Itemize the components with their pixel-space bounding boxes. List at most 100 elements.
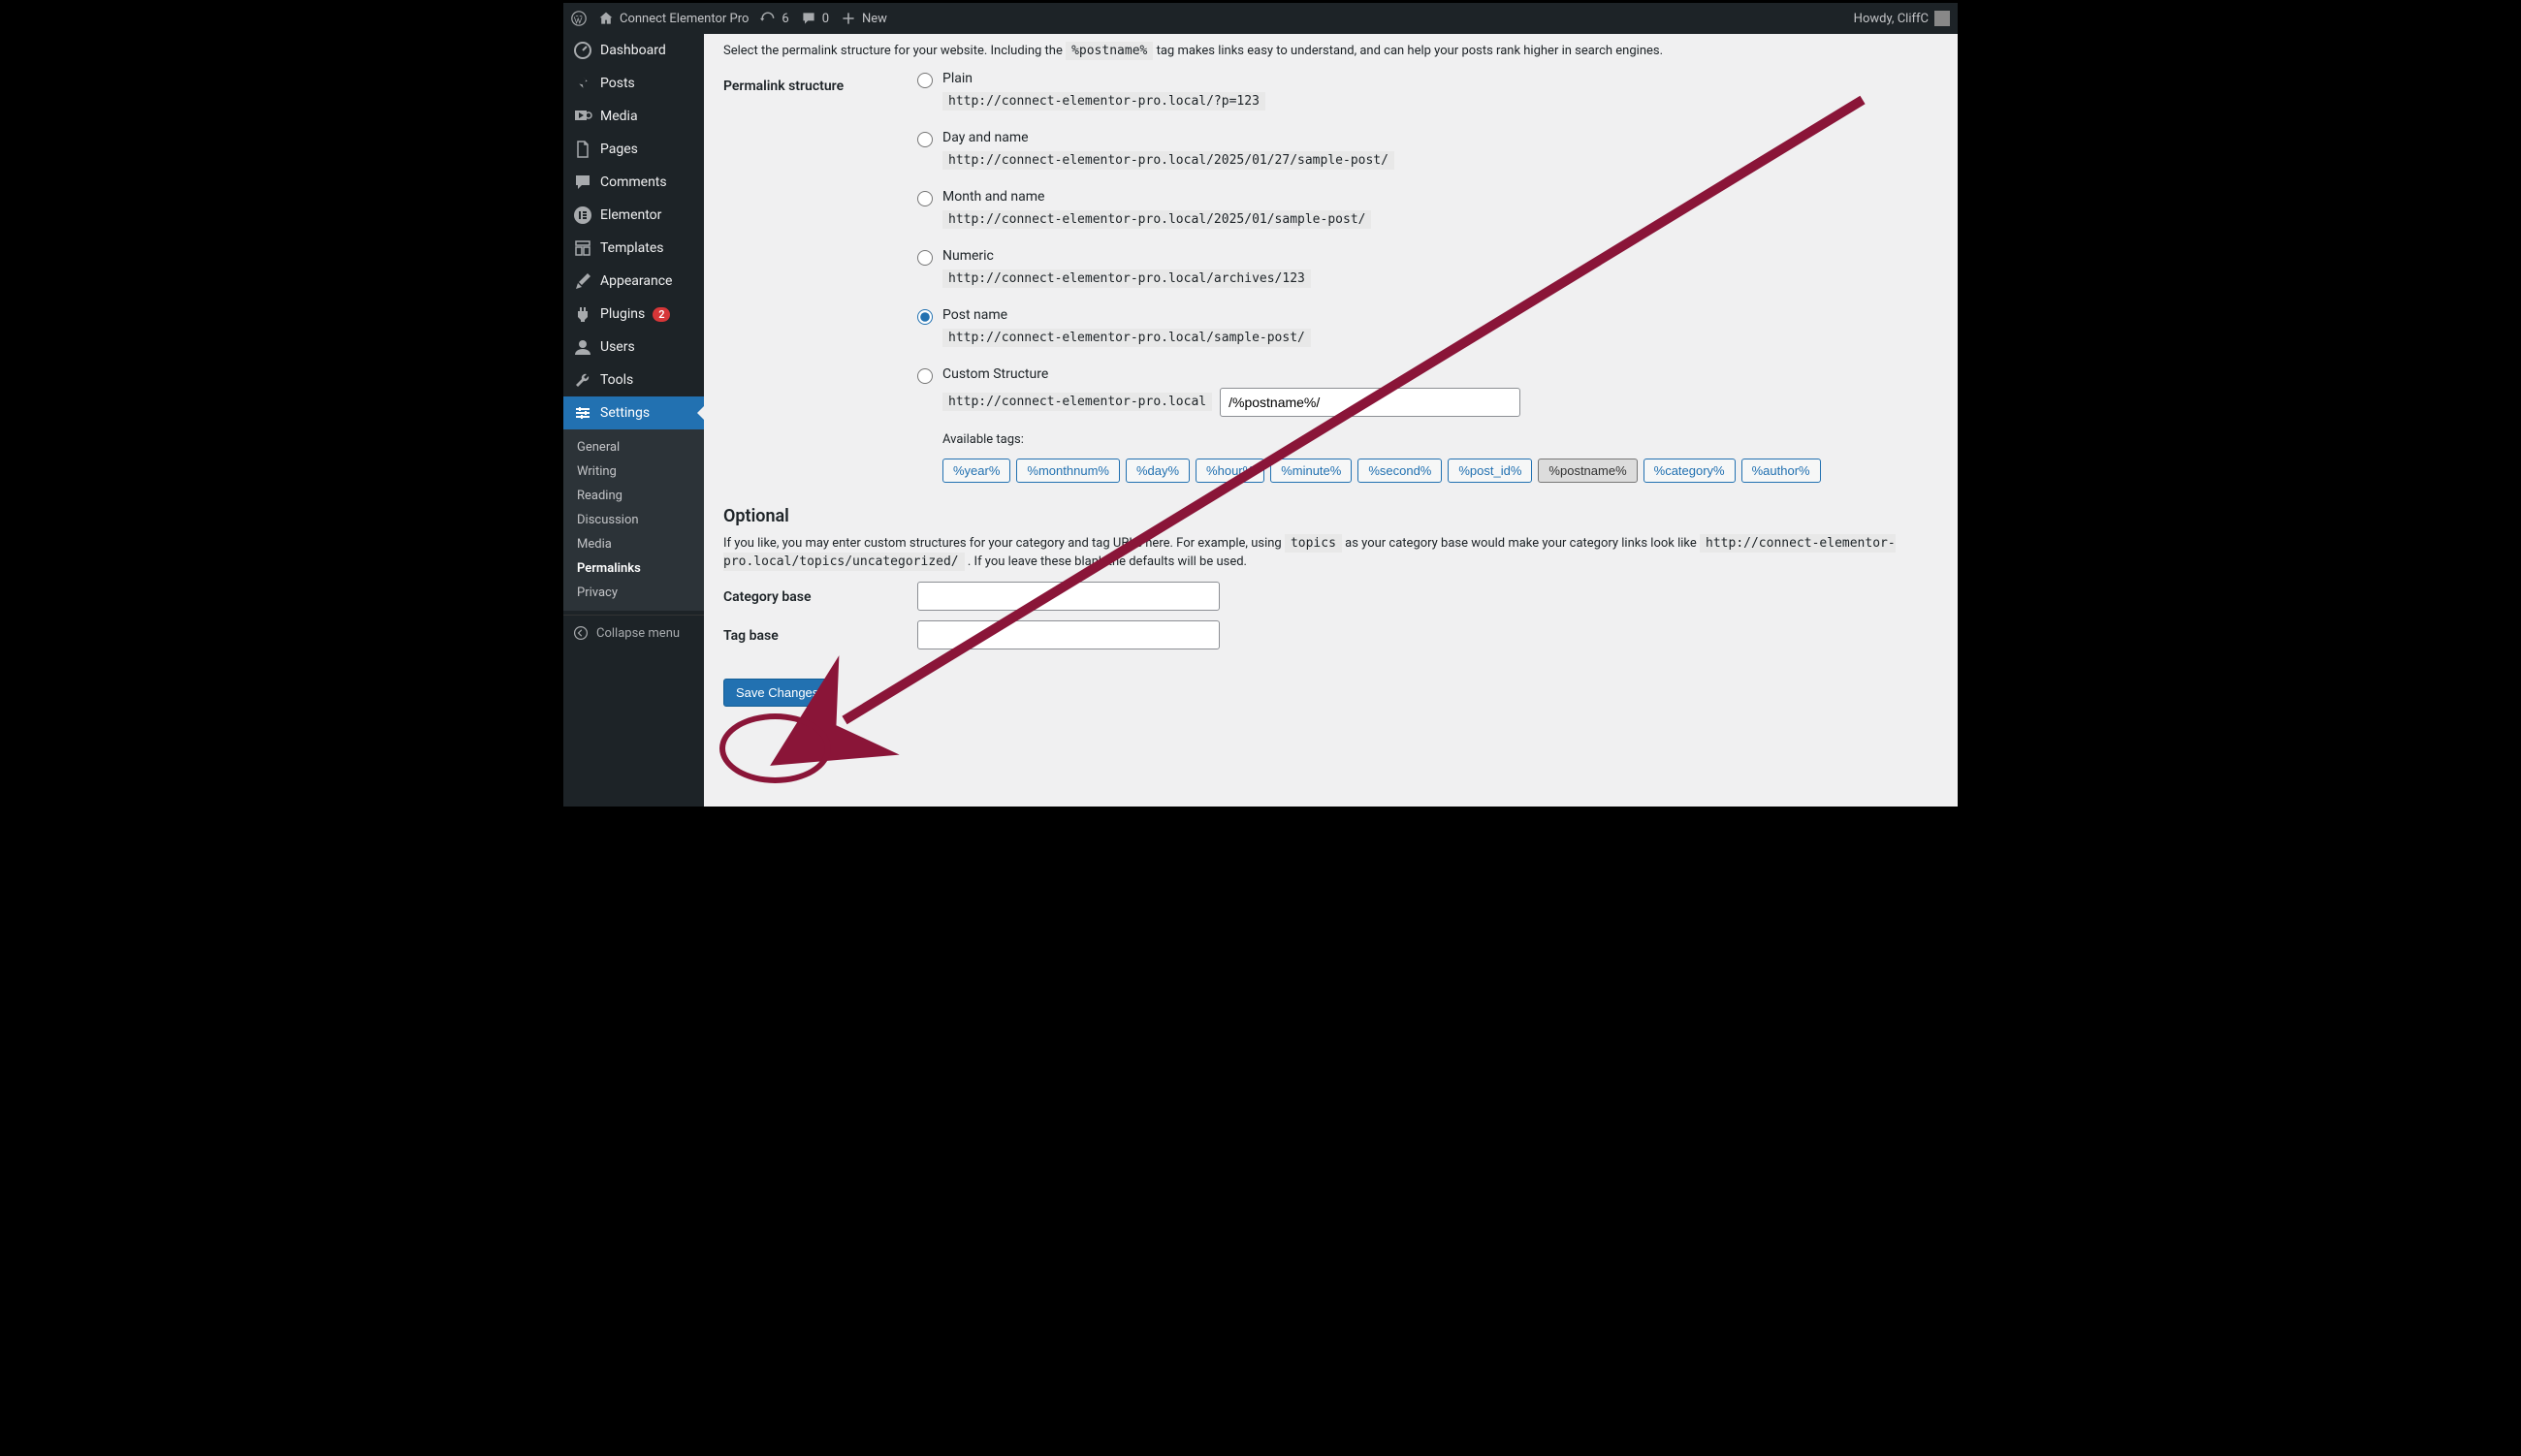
main-content: Select the permalink structure for your … (704, 34, 1958, 807)
wordpress-icon (571, 11, 587, 26)
tag-button[interactable]: %year% (942, 459, 1010, 483)
tag-button[interactable]: %hour% (1196, 459, 1264, 483)
sidebar-item-dashboard[interactable]: Dashboard (563, 34, 704, 67)
account-link[interactable]: Howdy, CliffC (1854, 11, 1950, 26)
submenu-media[interactable]: Media (563, 532, 704, 556)
updates-link[interactable]: 6 (760, 11, 788, 26)
plus-icon (841, 11, 856, 26)
submenu-reading[interactable]: Reading (563, 484, 704, 508)
admin-bar: Connect Elementor Pro 6 0 New Howdy, Cli… (563, 3, 1958, 34)
structure-label[interactable]: Post name (942, 307, 1311, 323)
structure-radio[interactable] (917, 191, 933, 206)
collapse-menu[interactable]: Collapse menu (563, 615, 704, 650)
structure-option: Custom Structure http://connect-elementor… (917, 366, 1938, 483)
intro-before: Select the permalink structure for your … (723, 44, 1066, 58)
optional-mid: as your category base would make your ca… (1345, 536, 1700, 551)
category-base-label: Category base (723, 582, 917, 611)
optional-heading: Optional (723, 506, 1938, 526)
comment-icon (801, 11, 816, 26)
submenu-writing[interactable]: Writing (563, 459, 704, 484)
submenu-permalinks[interactable]: Permalinks (563, 556, 704, 581)
new-label: New (862, 12, 887, 26)
sidebar-item-label: Users (600, 339, 635, 355)
optional-code1: topics (1285, 534, 1342, 553)
wp-logo[interactable] (571, 11, 587, 26)
sidebar-item-label: Pages (600, 142, 638, 157)
site-link[interactable]: Connect Elementor Pro (598, 11, 749, 26)
sidebar-item-appearance[interactable]: Appearance (563, 265, 704, 298)
tag-button[interactable]: %monthnum% (1016, 459, 1120, 483)
tag-button[interactable]: %minute% (1270, 459, 1352, 483)
sidebar-item-label: Plugins (600, 306, 645, 322)
sidebar-item-tools[interactable]: Tools (563, 364, 704, 396)
structure-label[interactable]: Custom Structure (942, 366, 1821, 382)
sidebar-item-label: Posts (600, 76, 635, 91)
sidebar-item-comments[interactable]: Comments (563, 166, 704, 199)
tag-button[interactable]: %author% (1741, 459, 1821, 483)
sidebar-item-users[interactable]: Users (563, 331, 704, 364)
submenu-discussion[interactable]: Discussion (563, 508, 704, 532)
howdy-text: Howdy, CliffC (1854, 12, 1929, 26)
tag-button[interactable]: %second% (1357, 459, 1442, 483)
submenu-general[interactable]: General (563, 435, 704, 459)
avatar (1934, 11, 1950, 26)
brush-icon (573, 271, 592, 291)
pin-icon (573, 74, 592, 93)
admin-sidebar: Dashboard Posts Media Pages Comments Ele… (563, 34, 704, 807)
submenu-privacy[interactable]: Privacy (563, 581, 704, 605)
plugin-icon (573, 304, 592, 324)
intro-after: tag makes links easy to understand, and … (1157, 44, 1663, 58)
structure-example: http://connect-elementor-pro.local/sampl… (942, 329, 1311, 347)
intro-code: %postname% (1066, 42, 1153, 60)
structure-option: Numeric http://connect-elementor-pro.loca… (917, 248, 1938, 288)
tag-button[interactable]: %post_id% (1448, 459, 1532, 483)
structure-radio[interactable] (917, 132, 933, 147)
structure-radio[interactable] (917, 73, 933, 88)
structure-option: Plain http://connect-elementor-pro.local/… (917, 71, 1938, 111)
structure-radio[interactable] (917, 368, 933, 384)
updates-count: 6 (782, 12, 788, 26)
new-link[interactable]: New (841, 11, 887, 26)
structure-radio[interactable] (917, 309, 933, 325)
page-icon (573, 140, 592, 159)
comments-count: 0 (822, 12, 829, 26)
settings-icon (573, 403, 592, 423)
sidebar-item-templates[interactable]: Templates (563, 232, 704, 265)
custom-prefix: http://connect-elementor-pro.local (942, 393, 1212, 411)
sidebar-item-media[interactable]: Media (563, 100, 704, 133)
structure-example: http://connect-elementor-pro.local/archi… (942, 269, 1311, 288)
dashboard-icon (573, 41, 592, 60)
media-icon (573, 107, 592, 126)
comments-link[interactable]: 0 (801, 11, 829, 26)
structure-radio[interactable] (917, 250, 933, 266)
structure-label[interactable]: Plain (942, 71, 1265, 86)
save-button[interactable]: Save Changes (723, 679, 831, 707)
sidebar-item-posts[interactable]: Posts (563, 67, 704, 100)
comments-icon (573, 173, 592, 192)
available-tags-label: Available tags: (942, 432, 1821, 447)
site-title: Connect Elementor Pro (620, 12, 749, 26)
structure-label[interactable]: Day and name (942, 130, 1394, 145)
permalink-structure-label: Permalink structure (723, 71, 917, 483)
structure-label[interactable]: Numeric (942, 248, 1311, 264)
category-base-input[interactable] (917, 582, 1220, 611)
structure-option: Month and name http://connect-elementor-p… (917, 189, 1938, 229)
settings-submenu: General Writing Reading Discussion Media… (563, 429, 704, 611)
plugins-badge: 2 (653, 307, 670, 322)
tag-base-label: Tag base (723, 620, 917, 649)
tag-button[interactable]: %day% (1126, 459, 1190, 483)
structure-example: http://connect-elementor-pro.local/?p=12… (942, 92, 1265, 111)
structure-example: http://connect-elementor-pro.local/2025/… (942, 210, 1371, 229)
tag-button[interactable]: %category% (1643, 459, 1736, 483)
sidebar-item-settings[interactable]: Settings (563, 396, 704, 429)
sidebar-item-elementor[interactable]: Elementor (563, 199, 704, 232)
structure-label[interactable]: Month and name (942, 189, 1371, 205)
tag-base-input[interactable] (917, 620, 1220, 649)
sidebar-item-pages[interactable]: Pages (563, 133, 704, 166)
collapse-label: Collapse menu (596, 626, 680, 641)
sidebar-item-plugins[interactable]: Plugins 2 (563, 298, 704, 331)
sidebar-item-label: Settings (600, 405, 650, 421)
tag-button[interactable]: %postname% (1538, 459, 1637, 483)
sidebar-item-label: Templates (600, 240, 664, 256)
custom-structure-input[interactable] (1220, 388, 1520, 417)
